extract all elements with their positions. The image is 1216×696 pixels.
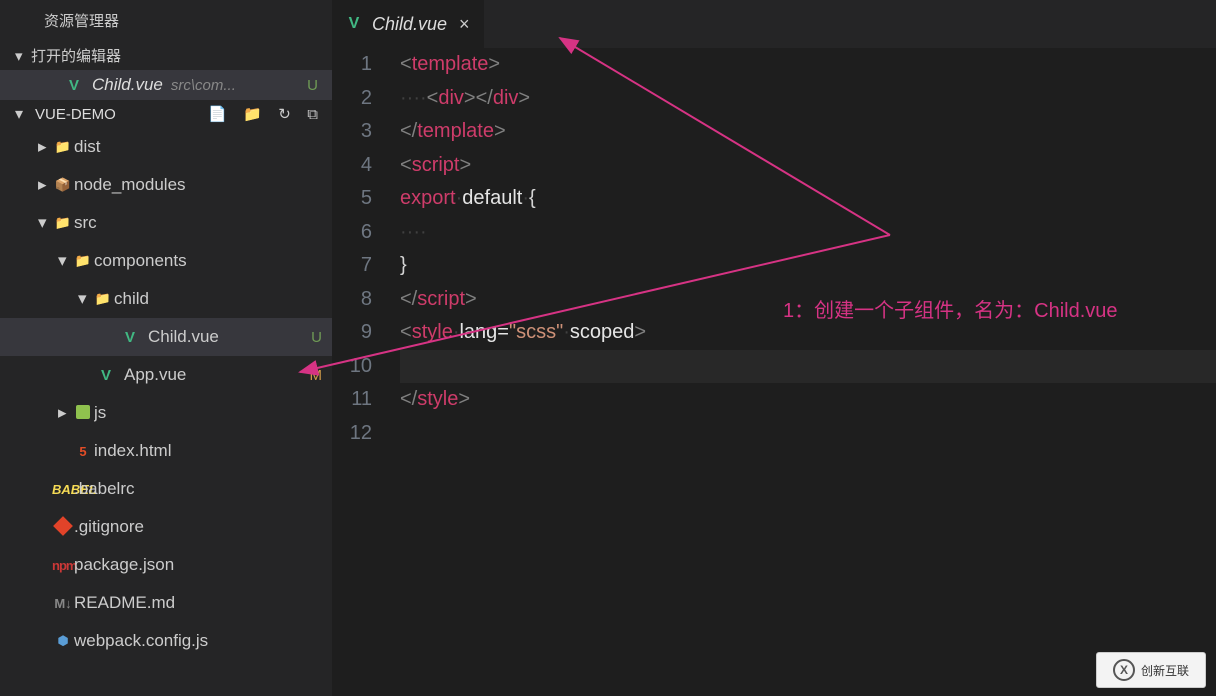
html-icon: 5 bbox=[72, 444, 94, 459]
tree-folder-src[interactable]: ▾ 📁 src bbox=[0, 204, 332, 242]
open-editor-filename: Child.vue bbox=[92, 75, 163, 95]
tab-bar: V Child.vue × bbox=[332, 0, 1216, 48]
open-editor-item[interactable]: V Child.vue src\com... U bbox=[0, 70, 332, 100]
tree-file-child-vue[interactable]: V Child.vue U bbox=[0, 318, 332, 356]
tree-file-babelrc[interactable]: BABEL .babelrc bbox=[0, 470, 332, 508]
folder-icon: 📁 bbox=[52, 215, 74, 231]
new-file-icon[interactable]: 📄 bbox=[208, 106, 227, 123]
code-editor[interactable]: 123 456 789 101112 <template> ····<div><… bbox=[332, 48, 1216, 696]
tree-folder-child[interactable]: ▾ 📁 child bbox=[0, 280, 332, 318]
tree-file-gitignore[interactable]: .gitignore bbox=[0, 508, 332, 546]
project-header[interactable]: VUE-DEMO 📄 📁 ↻ ⧉ bbox=[0, 100, 332, 128]
open-editors-header[interactable]: 打开的编辑器 bbox=[0, 41, 332, 70]
folder-icon bbox=[72, 405, 94, 422]
npm-icon: npm bbox=[52, 558, 74, 573]
open-editor-path: src\com... bbox=[171, 77, 307, 94]
tree-folder-components[interactable]: ▾ 📁 components bbox=[0, 242, 332, 280]
annotation-text: 1：创建一个子组件，名为：Child.vue bbox=[783, 294, 1118, 323]
tree-folder-dist[interactable]: ▸ 📁 dist bbox=[0, 128, 332, 166]
chevron-down-icon bbox=[15, 47, 25, 65]
folder-icon: 📦 bbox=[52, 177, 74, 193]
new-folder-icon[interactable]: 📁 bbox=[243, 106, 262, 123]
markdown-icon: M↓ bbox=[52, 596, 74, 611]
tree-folder-node-modules[interactable]: ▸ 📦 node_modules bbox=[0, 166, 332, 204]
tree-folder-js[interactable]: ▸ js bbox=[0, 394, 332, 432]
folder-icon: 📁 bbox=[72, 253, 94, 269]
folder-icon: 📁 bbox=[92, 291, 114, 307]
panel-title: 资源管理器 bbox=[0, 0, 332, 41]
open-editors-label: 打开的编辑器 bbox=[31, 45, 121, 66]
vue-icon: V bbox=[122, 329, 138, 346]
tree-file-webpack[interactable]: ⬢ webpack.config.js bbox=[0, 622, 332, 660]
tree-file-index-html[interactable]: 5 index.html bbox=[0, 432, 332, 470]
webpack-icon: ⬢ bbox=[52, 633, 74, 649]
watermark-logo: X创新互联 bbox=[1096, 652, 1206, 688]
vue-icon: V bbox=[66, 77, 82, 94]
vue-icon: V bbox=[346, 15, 362, 33]
chevron-down-icon bbox=[15, 104, 25, 124]
git-status-u: U bbox=[311, 329, 322, 346]
folder-icon: 📁 bbox=[52, 139, 74, 155]
git-status-m: M bbox=[310, 367, 323, 384]
tab-label: Child.vue bbox=[372, 14, 447, 35]
tree-file-package-json[interactable]: npm package.json bbox=[0, 546, 332, 584]
close-icon[interactable]: × bbox=[459, 14, 470, 35]
git-icon bbox=[52, 519, 74, 536]
vue-icon: V bbox=[98, 367, 114, 384]
project-name: VUE-DEMO bbox=[35, 106, 202, 123]
line-number-gutter: 123 456 789 101112 bbox=[332, 48, 400, 696]
explorer-sidebar: 资源管理器 打开的编辑器 V Child.vue src\com... U VU… bbox=[0, 0, 332, 696]
project-actions: 📄 📁 ↻ ⧉ bbox=[202, 105, 324, 124]
collapse-icon[interactable]: ⧉ bbox=[307, 106, 318, 123]
code-content[interactable]: <template> ····<div></div> </template> <… bbox=[400, 48, 1216, 696]
git-status-u: U bbox=[307, 77, 324, 94]
tree-file-readme[interactable]: M↓ README.md bbox=[0, 584, 332, 622]
refresh-icon[interactable]: ↻ bbox=[278, 106, 291, 123]
editor-pane: V Child.vue × 123 456 789 101112 <templa… bbox=[332, 0, 1216, 696]
babel-icon: BABEL bbox=[52, 482, 74, 497]
tree-file-app-vue[interactable]: V App.vue M bbox=[0, 356, 332, 394]
tab-child-vue[interactable]: V Child.vue × bbox=[332, 0, 484, 48]
